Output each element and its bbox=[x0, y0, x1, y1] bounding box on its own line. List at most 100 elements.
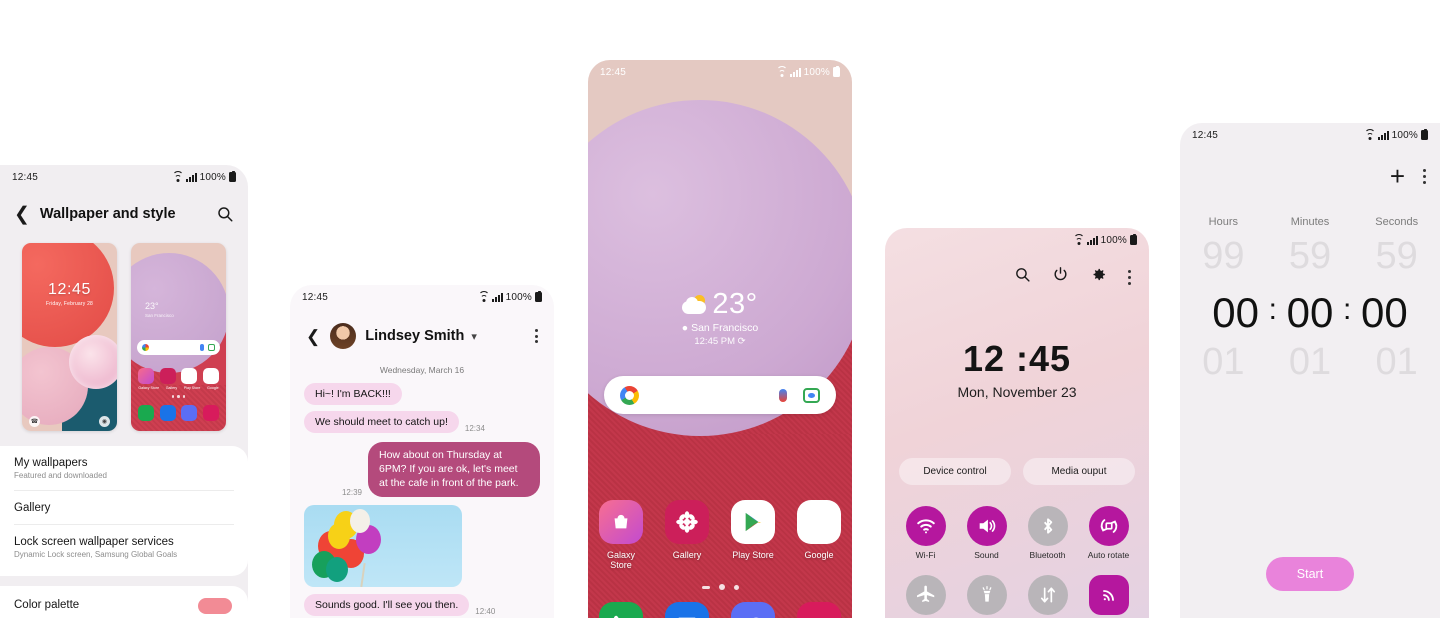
home-screen-preview[interactable]: 23° San Francisco Galaxy Store Gallery P… bbox=[131, 243, 226, 431]
preview-lock-time: 12:45 bbox=[47, 281, 92, 298]
back-icon[interactable]: ❮ bbox=[306, 328, 320, 345]
clock-date: Mon, November 23 bbox=[957, 384, 1077, 400]
message-bubble-incoming[interactable]: We should meet to catch up! bbox=[304, 411, 459, 433]
battery-icon bbox=[833, 65, 840, 77]
toggle-airplane-mode[interactable] bbox=[895, 574, 956, 618]
status-icons bbox=[478, 290, 503, 302]
internet-icon[interactable] bbox=[731, 602, 775, 618]
toggle-flashlight[interactable] bbox=[956, 574, 1017, 618]
page-indicator[interactable] bbox=[588, 584, 852, 590]
refresh-icon[interactable]: ⟳ bbox=[738, 336, 746, 347]
app-google-folder[interactable]: Google bbox=[793, 500, 845, 570]
kebab-menu-icon[interactable] bbox=[1128, 269, 1131, 285]
row-subtitle: Dynamic Lock screen, Samsung Global Goal… bbox=[14, 550, 178, 559]
auto-rotate-icon bbox=[1088, 506, 1129, 546]
device-control-button[interactable]: Device control bbox=[899, 458, 1011, 485]
preview-app-row bbox=[135, 368, 222, 384]
kebab-menu-icon[interactable] bbox=[1423, 168, 1426, 184]
app-play-store[interactable]: Play Store bbox=[727, 500, 779, 570]
separator-2: : bbox=[1343, 293, 1352, 326]
balloon bbox=[328, 522, 350, 549]
wifi-icon bbox=[1073, 233, 1085, 245]
google-folder-icon bbox=[203, 368, 220, 384]
google-folder-icon bbox=[797, 500, 841, 544]
app-gallery[interactable]: Gallery bbox=[661, 500, 713, 570]
back-icon[interactable]: ❮ bbox=[14, 205, 30, 224]
date-separator: Wednesday, March 16 bbox=[379, 365, 465, 375]
kebab-menu-icon[interactable] bbox=[535, 329, 538, 343]
message-timestamp: 12:39 bbox=[341, 487, 362, 497]
settings-gear-icon[interactable] bbox=[1090, 266, 1107, 288]
gallery-icon bbox=[665, 500, 709, 544]
phone-icon[interactable] bbox=[599, 602, 643, 618]
lock-screen-preview[interactable]: 12:45 Friday, February 28 ☎ ◉ bbox=[22, 243, 117, 431]
chevron-down-icon[interactable]: ▾ bbox=[471, 330, 477, 343]
status-bar: 12:45 100% bbox=[588, 60, 852, 84]
app-galaxy-store[interactable]: Galaxy Store bbox=[595, 500, 647, 570]
battery-icon bbox=[535, 290, 542, 302]
timer-picker-next-values[interactable]: 01 01 01 bbox=[1180, 341, 1440, 384]
messages-icon[interactable] bbox=[665, 602, 709, 618]
weather-widget[interactable]: 23° ● San Francisco 12:45 PM ⟳ bbox=[588, 288, 852, 347]
weather-temperature-row: 23° bbox=[588, 288, 852, 321]
status-right: 100% bbox=[478, 290, 542, 303]
app-label: Galaxy Store bbox=[606, 550, 635, 570]
preview-dock bbox=[135, 405, 222, 421]
camera-icon: ◉ bbox=[99, 416, 110, 427]
timer-column-labels: Hours Minutes Seconds bbox=[1180, 216, 1440, 228]
toggle-wifi[interactable]: Wi-Fi bbox=[895, 506, 956, 561]
settings-row-gallery[interactable]: Gallery bbox=[14, 490, 234, 524]
search-icon[interactable] bbox=[1014, 266, 1031, 288]
toggle-bluetooth[interactable]: Bluetooth bbox=[1017, 506, 1078, 561]
app-label: Gallery bbox=[165, 386, 178, 390]
app-label: Gallery bbox=[672, 550, 702, 560]
selected-seconds[interactable]: 00 bbox=[1353, 289, 1415, 337]
balloon bbox=[326, 556, 348, 582]
preview-page-indicator bbox=[131, 395, 226, 398]
preview-lock-date: Friday, February 28 bbox=[45, 301, 94, 307]
toggle-label: Wi-Fi bbox=[915, 550, 936, 560]
toggle-sound[interactable]: Sound bbox=[956, 506, 1017, 561]
selected-hours[interactable]: 00 bbox=[1205, 289, 1267, 337]
avatar[interactable] bbox=[330, 323, 357, 349]
timer-picker-selected[interactable]: 00 : 00 : 00 bbox=[1180, 289, 1440, 337]
message-bubble-incoming[interactable]: Hi~! I'm BACK!!! bbox=[304, 383, 402, 405]
internet-icon bbox=[181, 405, 198, 421]
settings-row-lock-screen-services[interactable]: Lock screen wallpaper services Dynamic L… bbox=[14, 524, 234, 569]
signal-icon bbox=[789, 67, 801, 77]
message-row: 12:39 How about on Thursday at 6PM? If y… bbox=[304, 442, 540, 497]
google-lens-icon[interactable] bbox=[803, 387, 820, 403]
toggle-mobile-data[interactable] bbox=[1017, 574, 1078, 618]
search-icon[interactable] bbox=[216, 205, 234, 223]
settings-row-color-palette[interactable]: Color palette bbox=[14, 586, 234, 618]
battery-percent: 100% bbox=[803, 66, 830, 78]
timer-picker-previous-values[interactable]: 99 59 59 bbox=[1180, 235, 1440, 278]
selected-minutes[interactable]: 00 bbox=[1279, 289, 1341, 337]
start-button[interactable]: Start bbox=[1266, 557, 1354, 591]
google-search-bar[interactable] bbox=[604, 376, 836, 414]
phone-wallpaper-settings: 12:45 100% ❮ Wallpaper and style 12:45 F… bbox=[0, 165, 248, 618]
app-label: Play Store bbox=[732, 550, 774, 560]
media-output-button[interactable]: Media ouput bbox=[1023, 458, 1135, 485]
message-bubble-incoming[interactable]: Sounds good. I'll see you then. bbox=[304, 593, 470, 616]
quick-panel-clock[interactable]: 12 :45 Mon, November 23 bbox=[885, 338, 1149, 400]
message-bubble-outgoing[interactable]: How about on Thursday at 6PM? If you are… bbox=[368, 442, 540, 497]
settings-row-my-wallpapers[interactable]: My wallpapers Featured and downloaded bbox=[14, 446, 234, 490]
ghost-minutes: 59 bbox=[1288, 235, 1332, 277]
microphone-icon[interactable] bbox=[779, 388, 787, 402]
weather-location: ● San Francisco bbox=[588, 322, 852, 334]
toggle-auto-rotate[interactable]: Auto rotate bbox=[1078, 506, 1139, 561]
ghost-seconds-next: 01 bbox=[1375, 341, 1418, 383]
microphone-icon bbox=[200, 344, 204, 351]
battery-percent: 100% bbox=[199, 171, 226, 183]
plus-icon[interactable]: + bbox=[1390, 163, 1405, 189]
preview-search-bar bbox=[137, 340, 220, 355]
balloons-photo[interactable] bbox=[304, 504, 462, 587]
power-icon[interactable] bbox=[1052, 266, 1069, 288]
camera-icon[interactable] bbox=[797, 602, 841, 618]
toggle-nearby-share[interactable] bbox=[1078, 574, 1139, 618]
battery-icon bbox=[1421, 128, 1428, 140]
color-swatch[interactable] bbox=[198, 598, 232, 614]
phone-messages: 12:45 100% ❮ Lindsey Smith ▾ Wednesday, … bbox=[290, 285, 554, 618]
flashlight-icon bbox=[966, 574, 1007, 615]
